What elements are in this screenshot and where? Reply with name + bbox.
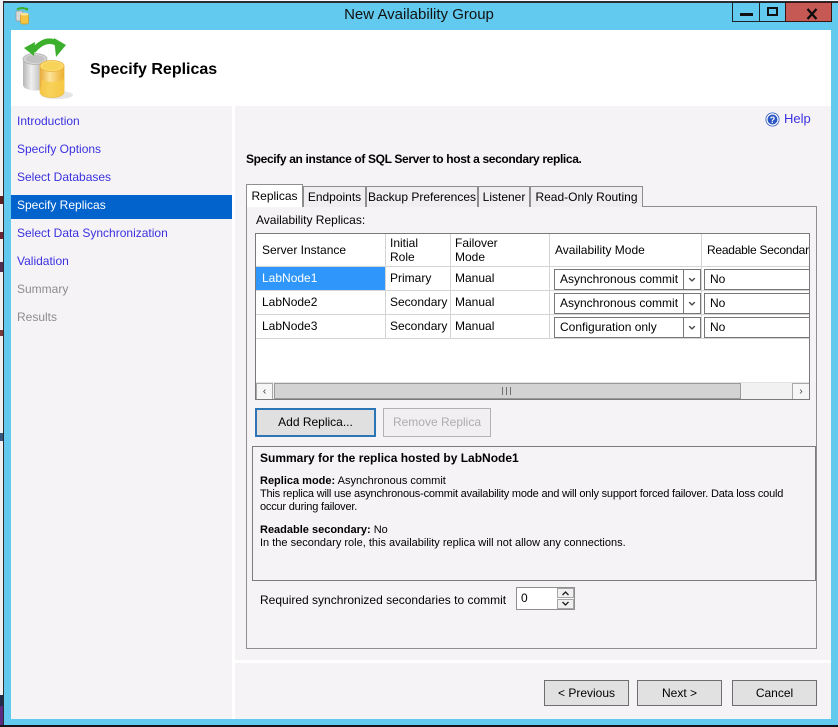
- svg-text:?: ?: [770, 115, 776, 125]
